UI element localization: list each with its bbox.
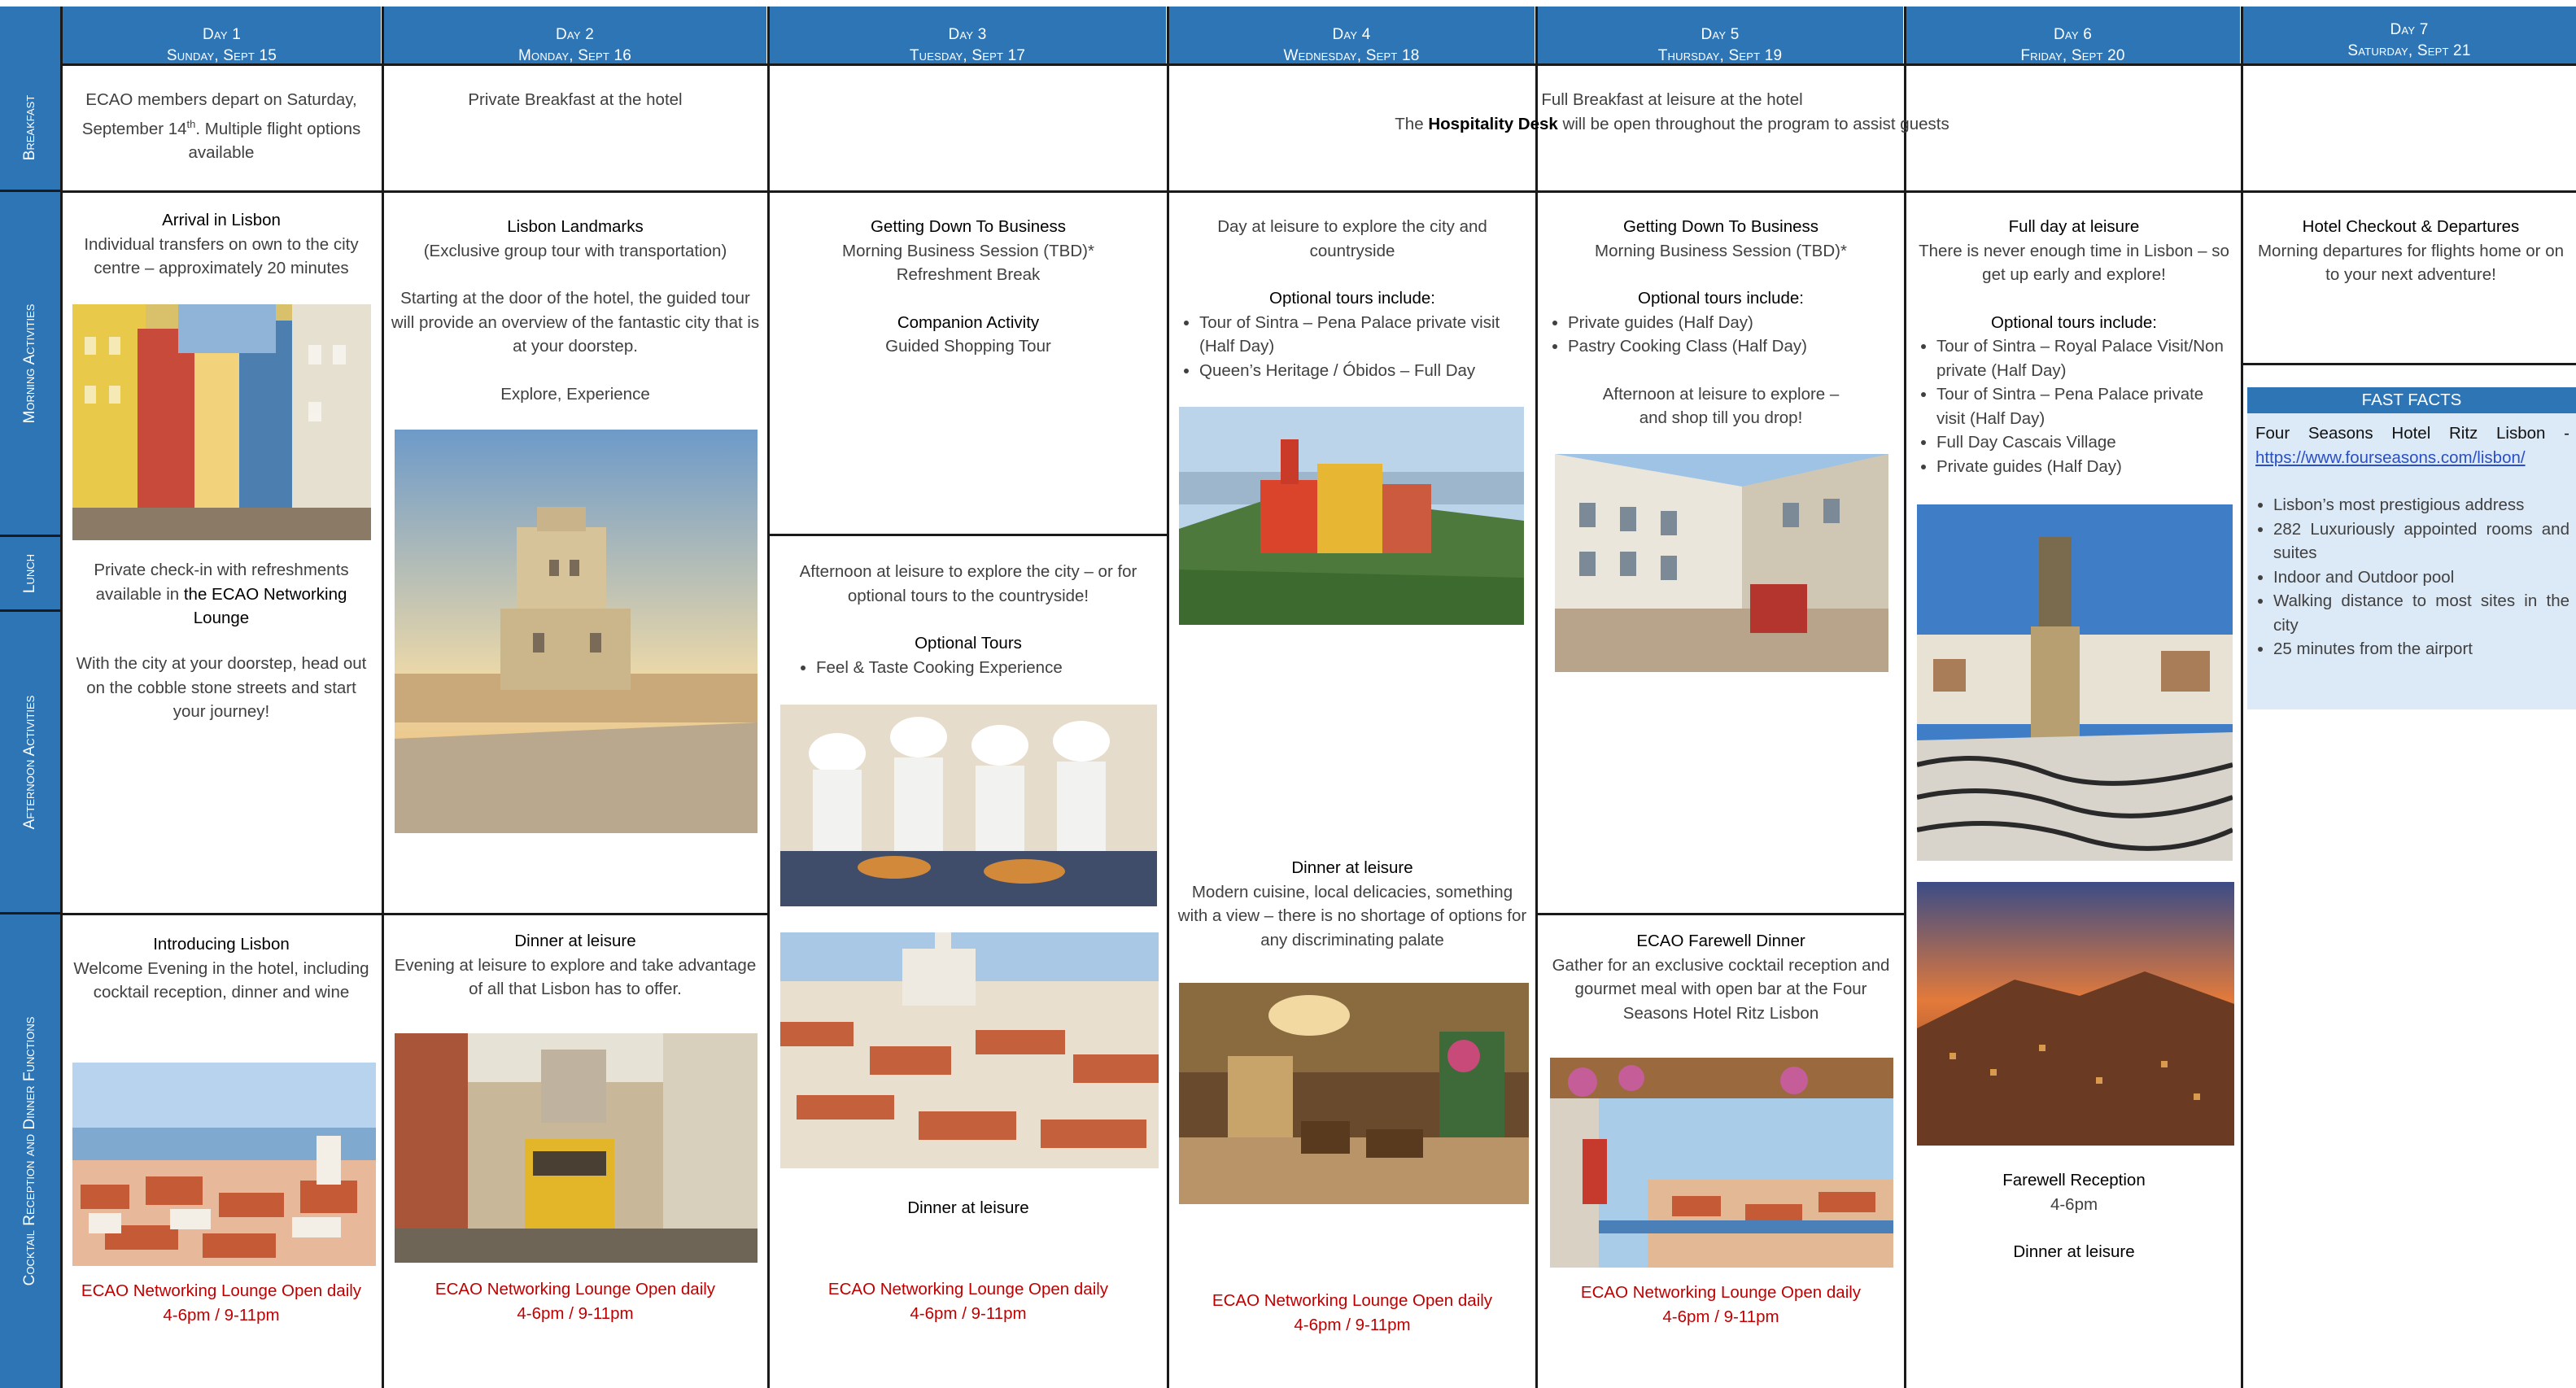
day-label: Day 6: [2054, 26, 2092, 43]
list-item: Tour of Sintra – Royal Palace Visit/Non …: [1936, 334, 2234, 382]
hotel-name: Four Seasons Hotel Ritz Lisbon -: [2255, 424, 2569, 443]
list-item: 25 minutes from the airport: [2273, 637, 2569, 661]
header-day-5: Day 5 Thursday, Sept 19: [1537, 7, 1906, 65]
lisbon-statue-square-photo: [1917, 504, 2233, 861]
day2-lounge: ECAO Networking Lounge Open daily 4-6pm /…: [434, 1280, 716, 1323]
list-item: Tour of Sintra – Pena Palace private vis…: [1936, 382, 2234, 430]
grid-line: [60, 913, 768, 915]
header-day-7: Day 7 Saturday, Sept 21: [2242, 7, 2576, 65]
fast-facts-title: FAST FACTS: [2247, 387, 2576, 413]
row-label-lunch: Lunch: [0, 537, 60, 612]
hotel-link[interactable]: https://www.fourseasons.com/lisbon/: [2255, 446, 2569, 470]
day6-evening: Farewell Reception 4-6pm Dinner at leisu…: [2002, 1171, 2146, 1261]
grid-line: [1535, 7, 1538, 1388]
header-corner: [0, 7, 63, 65]
grid-line: [767, 7, 770, 1388]
tram-street-photo: [395, 1033, 758, 1263]
grid-line: [1535, 913, 1906, 915]
breakfast-rest: Full Breakfast at leisure at the hotel T…: [1395, 90, 1949, 133]
day2-morning: Lisbon Landmarks (Exclusive group tour w…: [391, 217, 760, 404]
lisbon-shopping-street-photo: [1555, 454, 1888, 672]
list-item: Full Day Cascais Village: [1936, 430, 2234, 455]
day1-evening: Introducing Lisbon Welcome Evening in th…: [73, 935, 369, 1002]
day-label: Day 3: [948, 26, 987, 43]
belem-tower-photo: [395, 430, 758, 833]
row-label-afternoon: Afternoon Activities: [0, 612, 60, 914]
list-item: Queen’s Heritage / Óbidos – Full Day: [1199, 359, 1528, 383]
sunset-city-photo: [1917, 882, 2234, 1146]
grid-line: [2241, 363, 2576, 365]
day6-morning: Full day at leisure There is never enoug…: [1914, 215, 2234, 478]
day1-lunch: Private check-in with refreshments avail…: [94, 561, 349, 627]
day4-evening: Dinner at leisure Modern cuisine, local …: [1177, 858, 1527, 949]
day-label: Day 1: [203, 26, 241, 43]
list-item: Walking distance to most sites in the ci…: [2273, 589, 2569, 637]
breakfast-day2: Private Breakfast at the hotel: [468, 90, 683, 109]
pena-palace-photo: [1179, 407, 1524, 625]
lisbon-panorama-photo: [72, 1063, 376, 1266]
grid-line: [382, 7, 384, 1388]
grid-line: [60, 63, 2576, 66]
header-day-1: Day 1 Sunday, Sept 15: [63, 7, 383, 65]
row-label-morning: Morning Activities: [0, 192, 60, 537]
list-item: 282 Luxuriously appointed rooms and suit…: [2273, 517, 2569, 565]
colorful-lisbon-street-photo: [72, 304, 371, 540]
list-item: Lisbon’s most prestigious address: [2273, 493, 2569, 517]
cooking-class-photo: [780, 705, 1157, 906]
grid-line: [767, 534, 1169, 536]
day1-afternoon: With the city at your doorstep, head out…: [76, 654, 367, 721]
day2-evening: Dinner at leisure Evening at leisure to …: [394, 932, 757, 998]
fast-facts-panel: FAST FACTS Four Seasons Hotel Ritz Lisbo…: [2247, 387, 2576, 709]
breakfast-day1: ECAO members depart on Saturday, Septemb…: [81, 90, 361, 162]
day-label: Day 4: [1332, 26, 1371, 43]
day3-evening: Dinner at leisure: [907, 1198, 1029, 1217]
grid-line: [2241, 7, 2243, 1388]
day3-lounge: ECAO Networking Lounge Open daily 4-6pm /…: [827, 1280, 1109, 1323]
day-label: Day 2: [556, 26, 594, 43]
day3-afternoon: Afternoon at leisure to explore the city…: [777, 560, 1159, 679]
grid-line: [60, 190, 2576, 193]
day1-lounge: ECAO Networking Lounge Open daily 4-6pm /…: [81, 1281, 362, 1325]
day5-evening: ECAO Farewell Dinner Gather for an exclu…: [1552, 932, 1890, 1023]
grid-line: [1904, 7, 1906, 1388]
list-item: Tour of Sintra – Pena Palace private vis…: [1199, 311, 1528, 359]
date-label: Saturday, Sept 21: [2347, 42, 2471, 59]
grid-line: [1167, 7, 1169, 1388]
terrace-view-photo: [1550, 1058, 1893, 1268]
list-item: Indoor and Outdoor pool: [2273, 565, 2569, 590]
header-day-2: Day 2 Monday, Sept 16: [383, 7, 769, 65]
header-day-6: Day 6 Friday, Sept 20: [1906, 7, 2242, 65]
day1-morning: Arrival in Lisbon Individual transfers o…: [84, 211, 359, 277]
grid-line: [60, 7, 63, 1388]
day5-lounge: ECAO Networking Lounge Open daily 4-6pm /…: [1580, 1283, 1862, 1326]
day-label: Day 7: [2390, 21, 2429, 38]
header-day-3: Day 3 Tuesday, Sept 17: [769, 7, 1168, 65]
hotel-lobby-photo: [1179, 983, 1529, 1204]
list-item: Private guides (Half Day): [1936, 455, 2234, 479]
list-item: Feel & Taste Cooking Experience: [816, 656, 1159, 680]
day3-morning: Getting Down To Business Morning Busines…: [842, 217, 1094, 356]
alfama-rooftops-photo: [780, 932, 1159, 1168]
list-item: Private guides (Half Day): [1568, 311, 1897, 335]
header-day-4: Day 4 Wednesday, Sept 18: [1168, 7, 1537, 65]
day4-morning: Day at leisure to explore the city and c…: [1177, 215, 1528, 382]
row-label-evening: Cocktail Reception and Dinner Functions: [0, 914, 60, 1388]
day5-morning: Getting Down To Business Morning Busines…: [1545, 215, 1897, 430]
day4-lounge: ECAO Networking Lounge Open daily 4-6pm /…: [1212, 1291, 1493, 1334]
day7-morning: Hotel Checkout & Departures Morning depa…: [2257, 217, 2565, 284]
day-label: Day 5: [1701, 26, 1740, 43]
list-item: Pastry Cooking Class (Half Day): [1568, 334, 1897, 359]
row-label-breakfast: Breakfast: [0, 65, 60, 192]
